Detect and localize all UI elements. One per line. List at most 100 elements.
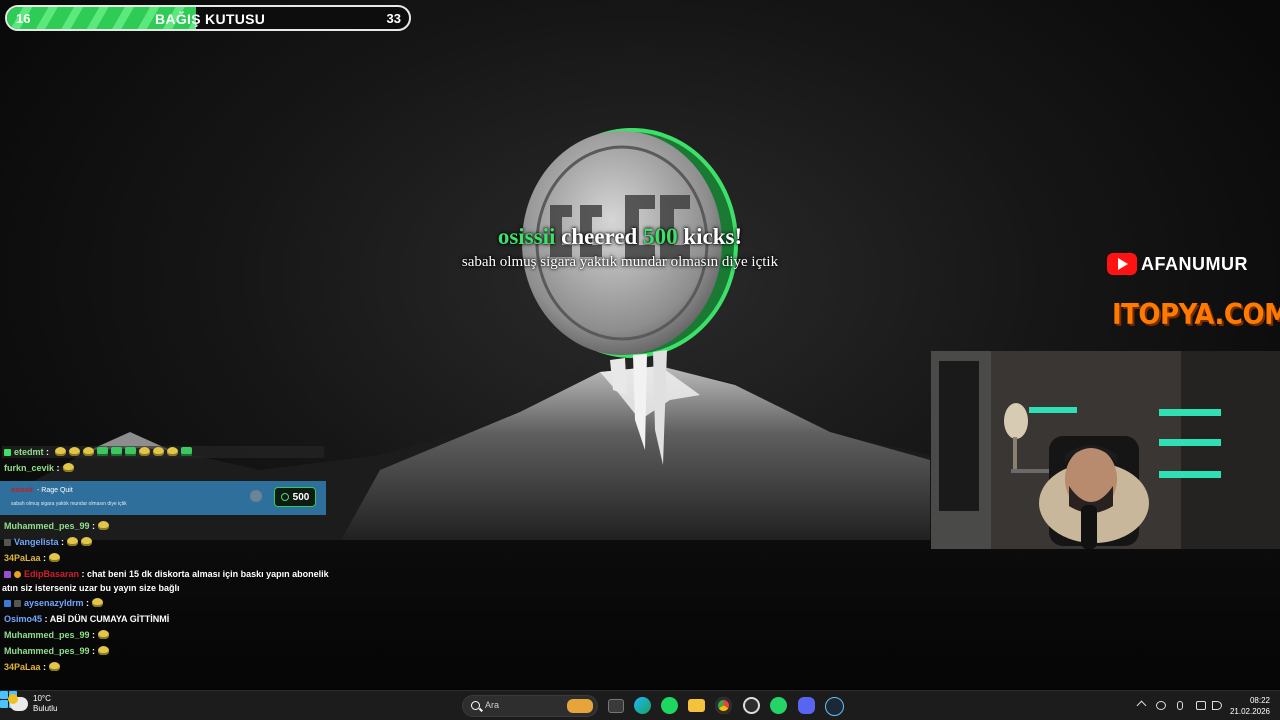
taskbar-search[interactable]: Ara	[462, 695, 598, 717]
emote-icon	[138, 447, 150, 456]
emote-icon	[152, 447, 164, 456]
chat-message: Muhammed_pes_99 :	[4, 520, 110, 532]
weather-description: Bulutlu	[33, 704, 58, 713]
donation-progress-bar: 16 BAĞIŞ KUTUSU 33	[5, 5, 411, 31]
whatsapp-icon[interactable]	[770, 697, 787, 714]
search-highlight-icon	[567, 699, 593, 713]
emote-icon	[110, 447, 122, 456]
alert-headline: osissii cheered 500 kicks!	[430, 224, 810, 250]
chat-message-continued: atın siz isterseniz uzar bu yayın size b…	[2, 582, 180, 594]
taskbar-clock[interactable]: 08:22 21.02.2026	[1228, 695, 1270, 717]
badge-icon	[4, 600, 11, 607]
emote-icon	[98, 646, 110, 655]
emote-icon	[54, 447, 66, 456]
weather-widget[interactable]: 10°C Bulutlu	[8, 694, 57, 714]
emote-icon	[180, 447, 192, 456]
chat-username: 34PaLaa	[4, 553, 41, 563]
display-icon[interactable]	[1196, 701, 1206, 710]
steam-icon[interactable]	[825, 697, 844, 716]
donation-min-value: 16	[16, 11, 31, 26]
alert-amount: 500	[643, 224, 678, 249]
emote-icon	[67, 537, 79, 546]
city-lights-ground	[0, 540, 1280, 690]
emote-icon	[98, 630, 110, 639]
emote-icon	[166, 447, 178, 456]
cheer-reward-icon	[250, 490, 262, 502]
cheer-alert: osissii cheered 500 kicks! sabah olmuş s…	[430, 224, 810, 271]
edge-icon[interactable]	[634, 697, 651, 714]
emote-icon	[81, 537, 93, 546]
obs-icon[interactable]	[743, 697, 760, 714]
donation-max-value: 33	[386, 11, 401, 26]
chat-text: ABİ DÜN CUMAYA GİTTİNMİ	[49, 614, 170, 624]
chat-message: Muhammed_pes_99 :	[4, 645, 110, 657]
alert-message: sabah olmuş sigara yaktık mundar olmasın…	[461, 254, 779, 270]
sub-badge-icon	[4, 449, 11, 456]
alert-unit: kicks!	[683, 224, 743, 249]
microphone-icon[interactable]	[1177, 701, 1183, 710]
chat-username: Muhammed_pes_99	[4, 521, 90, 531]
chat-message: Muhammed_pes_99 :	[4, 629, 110, 641]
chat-username: Osimo45	[4, 614, 43, 624]
chat-message: 34PaLaa :	[4, 661, 61, 673]
cheer-card-reward: - Rage Quit	[37, 487, 73, 494]
emote-icon	[98, 521, 110, 530]
coin-drip-shapes	[610, 350, 667, 465]
badge-icon	[4, 571, 11, 578]
chat-text: chat beni 15 dk diskorta alması için bas…	[87, 569, 329, 579]
weather-temperature: 10°C	[33, 694, 51, 703]
badge-icon	[4, 539, 11, 546]
youtube-channel-name: AFANUMUR	[1141, 253, 1248, 274]
chat-username: furkn_cevik	[4, 463, 55, 473]
volume-icon[interactable]	[1212, 701, 1222, 710]
stream-scene: osissii cheered 500 kicks! sabah olmuş s…	[0, 0, 1280, 690]
windows-taskbar: 10°C Bulutlu Ara 08:22 21.02.2026	[0, 690, 1280, 720]
weather-text: 10°C Bulutlu	[33, 694, 57, 714]
chat-text: atın siz isterseniz uzar bu yayın size b…	[2, 583, 180, 593]
cheer-card-username: osissii	[11, 487, 33, 494]
show-hidden-icons-chevron-icon[interactable]	[1136, 700, 1147, 711]
chat-username: etedmt	[14, 447, 44, 457]
chat-message: Vangelista :	[4, 536, 93, 548]
search-icon	[471, 701, 480, 710]
sync-icon[interactable]	[1156, 701, 1166, 710]
youtube-brand: AFANUMUR	[1107, 253, 1248, 275]
alert-username: osissii	[497, 224, 556, 249]
chat-username: Muhammed_pes_99	[4, 630, 90, 640]
emote-icon	[62, 463, 74, 472]
chat-message: EdipBasaran : chat beni 15 dk diskorta a…	[4, 568, 329, 580]
clock-date: 21.02.2026	[1229, 707, 1270, 716]
chat-cheer-card: osissii - Rage Quit sabah olmuş sigara y…	[0, 481, 326, 515]
discord-icon[interactable]	[798, 697, 815, 714]
chat-message: furkn_cevik :	[4, 462, 74, 474]
spotify-icon[interactable]	[661, 697, 678, 714]
chrome-icon[interactable]	[715, 697, 732, 714]
badge-icon	[14, 600, 21, 607]
chat-message: Osimo45 : ABİ DÜN CUMAYA GİTTİNMİ	[4, 614, 170, 624]
emote-icon	[96, 447, 108, 456]
kicks-coin-icon	[280, 493, 289, 501]
badge-icon	[14, 571, 21, 578]
itopya-logo: ITOPYA.COM	[1112, 299, 1280, 332]
chat-message: aysenazyldrm :	[4, 597, 104, 609]
clock-time: 08:22	[1249, 696, 1270, 705]
emote-icon	[82, 447, 94, 456]
partly-cloudy-icon	[8, 694, 28, 711]
chat-username: 34PaLaa	[4, 662, 41, 672]
cheer-amount-pill: 500	[274, 487, 316, 507]
cheer-amount: 500	[292, 491, 310, 503]
donation-title: BAĞIŞ KUTUSU	[155, 11, 266, 27]
alert-action: cheered	[561, 224, 638, 249]
emote-icon	[124, 447, 136, 456]
chat-message: 34PaLaa :	[4, 552, 61, 564]
emote-icon	[68, 447, 80, 456]
chat-username: EdipBasaran	[24, 569, 80, 579]
task-view-icon[interactable]	[608, 699, 624, 713]
emote-icon	[49, 553, 61, 562]
file-explorer-icon[interactable]	[688, 699, 705, 712]
itopya-logo-text: ITOPYA.COM	[1112, 298, 1280, 332]
emote-icon	[49, 662, 61, 671]
youtube-icon	[1107, 253, 1137, 275]
chat-username: Vangelista	[14, 537, 59, 547]
webcam-feed	[931, 351, 1280, 549]
